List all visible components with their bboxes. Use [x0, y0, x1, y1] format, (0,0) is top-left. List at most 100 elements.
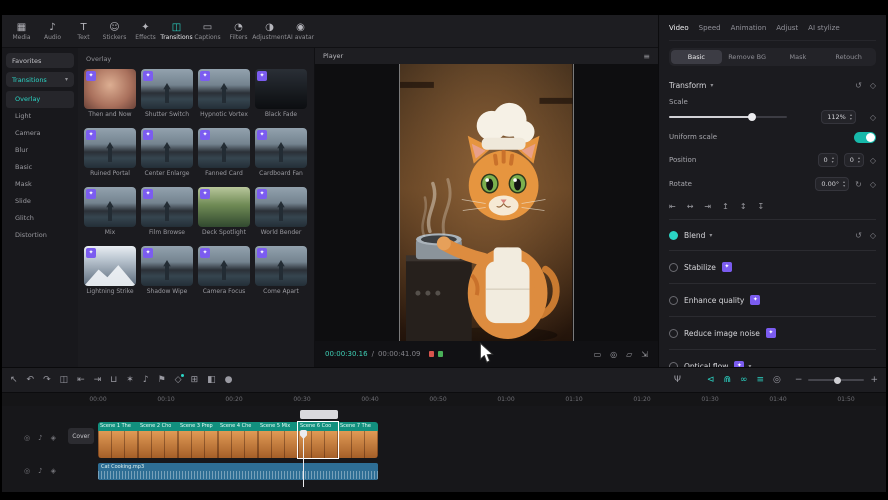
transition-item-shutter-switch[interactable]: ✦Shutter Switch: [141, 69, 193, 118]
tool-ai-avatar[interactable]: ◉AI avatar: [285, 20, 316, 43]
zoom-slider[interactable]: [808, 379, 864, 381]
split-icon[interactable]: ◫: [60, 376, 69, 385]
toggle-track-visibility-icon[interactable]: ◎: [24, 467, 30, 475]
magnet-icon[interactable]: ⋒: [723, 376, 731, 385]
tool-transitions[interactable]: ◫Transitions: [161, 20, 192, 43]
keyframe-diamond-icon[interactable]: ◇: [870, 180, 876, 189]
keyframe-diamond-icon[interactable]: ◇: [870, 81, 876, 90]
transition-item-then-and-now[interactable]: ✦Then and Now: [84, 69, 136, 118]
scale-value-field[interactable]: 112% ▾▾: [821, 110, 856, 124]
uniform-scale-toggle[interactable]: [854, 132, 876, 143]
transition-item-fanned-card[interactable]: ✦Fanned Card: [198, 128, 250, 177]
align-right-icon[interactable]: ⇥: [704, 202, 711, 211]
ratio-icon[interactable]: ▱: [626, 350, 632, 359]
playhead[interactable]: [303, 430, 304, 487]
tab-adjust[interactable]: Adjust: [776, 24, 798, 32]
display-mode-icon[interactable]: ▭: [594, 350, 602, 359]
zoom-out-icon[interactable]: −: [795, 376, 803, 385]
mute-track-icon[interactable]: ♪: [38, 467, 42, 475]
clip-scene-7[interactable]: Scene 7 The: [338, 422, 378, 458]
transition-item-lightning-strike[interactable]: ✦Lightning Strike: [84, 246, 136, 295]
transition-quick-icon[interactable]: ◇: [175, 376, 182, 385]
position-y-field[interactable]: 0 ▾▾: [844, 153, 864, 167]
subtab-retouch[interactable]: Retouch: [823, 50, 874, 64]
cover-button[interactable]: Cover: [68, 428, 94, 444]
tab-speed[interactable]: Speed: [699, 24, 721, 32]
sidebar-group-favorites[interactable]: Favorites: [6, 53, 74, 68]
stabilize-toggle[interactable]: [669, 263, 678, 272]
enhance-quality-toggle[interactable]: [669, 296, 678, 305]
sidebar-group-transitions[interactable]: Transitions▾: [6, 72, 74, 87]
transition-item-world-bender[interactable]: ✦World Bender: [255, 187, 307, 236]
keyframe-diamond-icon[interactable]: ◇: [870, 113, 876, 122]
transition-item-hypnotic-vortex[interactable]: ✦Hypnotic Vortex: [198, 69, 250, 118]
transition-item-center-enlarge[interactable]: ✦Center Enlarge: [141, 128, 193, 177]
range-out-marker[interactable]: [438, 351, 443, 357]
align-top-icon[interactable]: ↥: [722, 202, 729, 211]
position-x-field[interactable]: 0 ▾▾: [818, 153, 838, 167]
reduce-image-noise-toggle[interactable]: [669, 329, 678, 338]
tool-adjustment[interactable]: ◑Adjustment: [254, 20, 285, 43]
range-in-marker[interactable]: [429, 351, 434, 357]
reset-icon[interactable]: ↺: [855, 81, 862, 90]
subtab-remove-bg[interactable]: Remove BG: [722, 50, 773, 64]
transition-item-shadow-wipe[interactable]: ✦Shadow Wipe: [141, 246, 193, 295]
redo-icon[interactable]: ↷: [43, 376, 51, 385]
delete-right-icon[interactable]: ⇥: [94, 376, 102, 385]
stepper-icons[interactable]: ▾▾: [850, 113, 852, 121]
select-icon[interactable]: ↖: [10, 376, 18, 385]
timeline-ruler[interactable]: 00:0000:1000:2000:3000:4000:5001:0001:10…: [2, 392, 886, 406]
mute-icon[interactable]: ♪: [143, 376, 149, 385]
transition-item-come-apart[interactable]: ✦Come Apart: [255, 246, 307, 295]
keyframe-diamond-icon[interactable]: ◇: [870, 231, 876, 240]
transition-item-film-browse[interactable]: ✦Film Browse: [141, 187, 193, 236]
chevron-down-icon[interactable]: ▾: [709, 232, 712, 239]
link-icon[interactable]: ∞: [740, 376, 748, 385]
delete-left-icon[interactable]: ⇤: [77, 376, 85, 385]
stepper-icons[interactable]: ▾▾: [858, 156, 860, 164]
lock-track-icon[interactable]: ◈: [51, 434, 56, 442]
overlay-clip[interactable]: [300, 410, 338, 419]
crop-icon[interactable]: ⊞: [191, 376, 199, 385]
sidebar-item-basic[interactable]: Basic: [6, 159, 74, 176]
clip-scene-3[interactable]: Scene 3 Prep: [178, 422, 218, 458]
snap-icon[interactable]: ≡: [757, 376, 765, 385]
tool-captions[interactable]: ▭Captions: [192, 20, 223, 43]
transition-item-mix[interactable]: ✦Mix: [84, 187, 136, 236]
sidebar-item-light[interactable]: Light: [6, 108, 74, 125]
subtab-mask[interactable]: Mask: [773, 50, 824, 64]
tab-ai-stylize[interactable]: AI stylize: [808, 24, 839, 32]
align-left-icon[interactable]: ⇤: [669, 202, 676, 211]
stepper-icons[interactable]: ▾▾: [843, 180, 845, 188]
scale-slider-knob[interactable]: [748, 113, 756, 121]
keyframe-diamond-icon[interactable]: ◇: [870, 156, 876, 165]
sidebar-item-distortion[interactable]: Distortion: [6, 227, 74, 244]
tab-video[interactable]: Video: [669, 24, 689, 32]
tool-effects[interactable]: ✦Effects: [130, 20, 161, 43]
transition-item-camera-focus[interactable]: ✦Camera Focus: [198, 246, 250, 295]
clip-scene-4[interactable]: Scene 4 Che: [218, 422, 258, 458]
tab-animation[interactable]: Animation: [731, 24, 767, 32]
tool-text[interactable]: TText: [68, 20, 99, 43]
marker-icon[interactable]: ⚑: [158, 376, 166, 385]
audio-clip[interactable]: Cat Cooking.mp3: [98, 463, 378, 480]
zoom-slider-knob[interactable]: [834, 377, 841, 384]
sidebar-item-glitch[interactable]: Glitch: [6, 210, 74, 227]
mirror-icon[interactable]: ◧: [207, 376, 216, 385]
align-middle-icon[interactable]: ↕: [740, 202, 747, 211]
sidebar-item-slide[interactable]: Slide: [6, 193, 74, 210]
stepper-icons[interactable]: ▾▾: [832, 156, 834, 164]
blend-toggle[interactable]: [669, 231, 678, 240]
fullscreen-icon[interactable]: ⇲: [641, 350, 648, 359]
sidebar-item-camera[interactable]: Camera: [6, 125, 74, 142]
transition-item-ruined-portal[interactable]: ✦Ruined Portal: [84, 128, 136, 177]
sidebar-item-mask[interactable]: Mask: [6, 176, 74, 193]
undo-icon[interactable]: ↶: [27, 376, 35, 385]
tool-audio[interactable]: ♪Audio: [37, 20, 68, 43]
transition-item-cardboard-fan[interactable]: ✦Cardboard Fan: [255, 128, 307, 177]
tool-media[interactable]: ▦Media: [6, 20, 37, 43]
record-icon[interactable]: ●: [225, 376, 233, 385]
rotate-value-field[interactable]: 0.00° ▾▾: [815, 177, 849, 191]
chevron-down-icon[interactable]: ▾: [710, 82, 713, 89]
clip-scene-2[interactable]: Scene 2 Cho: [138, 422, 178, 458]
